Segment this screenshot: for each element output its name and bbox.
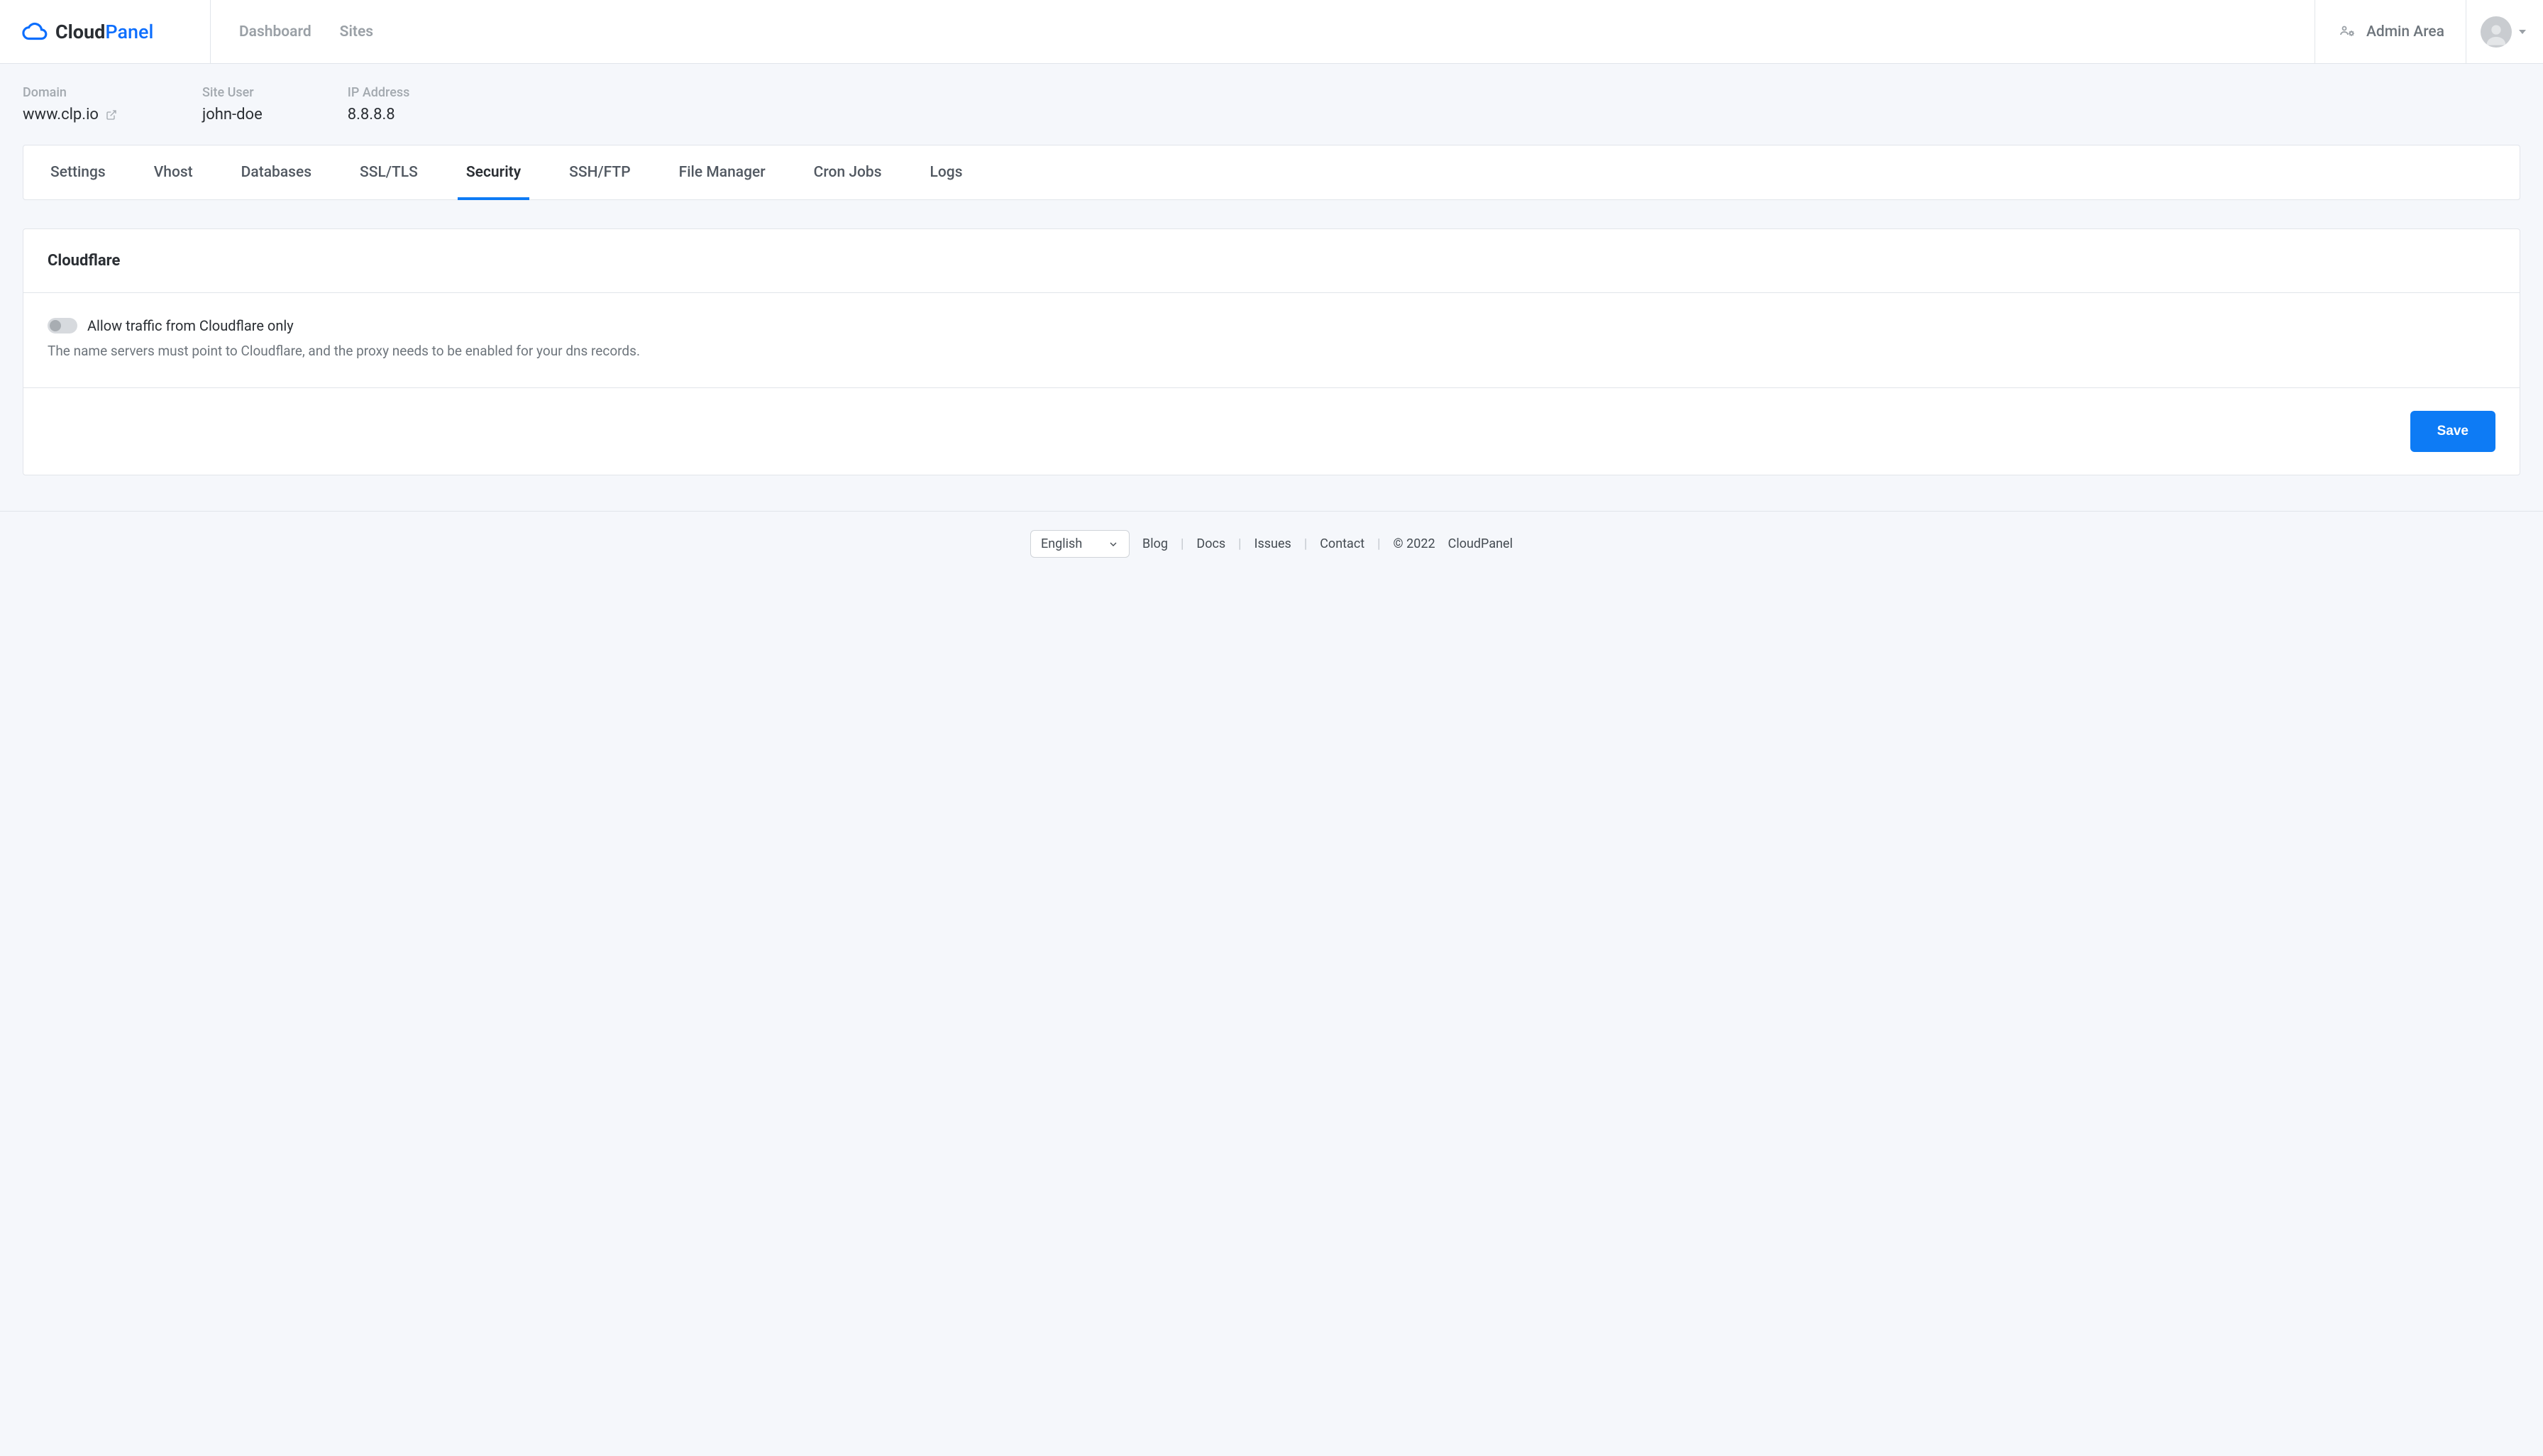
footer-sep: | (1238, 536, 1241, 551)
site-tabs: Settings Vhost Databases SSL/TLS Securit… (23, 145, 2520, 200)
footer-contact[interactable]: Contact (1320, 536, 1364, 551)
main-nav: Dashboard Sites (211, 0, 2315, 63)
logo-text: CloudPanel (55, 21, 153, 43)
cloudflare-toggle[interactable] (48, 318, 77, 333)
footer-issues[interactable]: Issues (1254, 536, 1291, 551)
card-footer: Save (23, 388, 2520, 475)
tab-security[interactable]: Security (458, 145, 529, 199)
footer-sep: | (1181, 536, 1184, 551)
card-body: Allow traffic from Cloudflare only The n… (23, 293, 2520, 388)
admin-area-label: Admin Area (2366, 23, 2444, 40)
nav-sites[interactable]: Sites (340, 23, 373, 40)
footer-sep: | (1304, 536, 1307, 551)
site-user-group: Site User john-doe (202, 85, 263, 123)
tab-ssl[interactable]: SSL/TLS (351, 145, 426, 199)
toggle-knob (50, 320, 61, 331)
logo[interactable]: CloudPanel (0, 0, 211, 63)
top-header: CloudPanel Dashboard Sites Admin Area (0, 0, 2543, 64)
save-button[interactable]: Save (2410, 411, 2495, 452)
language-value: English (1041, 536, 1082, 551)
tab-settings[interactable]: Settings (42, 145, 114, 199)
cloudflare-toggle-label: Allow traffic from Cloudflare only (87, 317, 294, 334)
tab-logs[interactable]: Logs (922, 145, 971, 199)
site-user-label: Site User (202, 85, 263, 100)
tab-vhost[interactable]: Vhost (145, 145, 202, 199)
ip-label: IP Address (348, 85, 410, 100)
avatar (2481, 16, 2512, 48)
tab-databases[interactable]: Databases (233, 145, 320, 199)
domain-value[interactable]: www.clp.io (23, 106, 117, 123)
page-footer: English Blog | Docs | Issues | Contact |… (0, 511, 2543, 576)
domain-group: Domain www.clp.io (23, 85, 117, 123)
footer-blog[interactable]: Blog (1142, 536, 1168, 551)
caret-down-icon (2519, 30, 2526, 34)
tab-cron[interactable]: Cron Jobs (805, 145, 890, 199)
tab-file-manager[interactable]: File Manager (671, 145, 774, 199)
language-select[interactable]: English (1030, 530, 1130, 558)
card-header: Cloudflare (23, 229, 2520, 293)
tab-ssh[interactable]: SSH/FTP (561, 145, 639, 199)
domain-label: Domain (23, 85, 117, 100)
cloudflare-card: Cloudflare Allow traffic from Cloudflare… (23, 228, 2520, 475)
chevron-down-icon (1108, 539, 1119, 550)
user-menu[interactable] (2466, 0, 2543, 63)
cloudflare-toggle-row: Allow traffic from Cloudflare only (48, 317, 2495, 334)
footer-sep: | (1377, 536, 1380, 551)
site-user-value: john-doe (202, 106, 263, 123)
footer-docs[interactable]: Docs (1196, 536, 1225, 551)
footer-copyright: © 2022 (1394, 536, 1435, 551)
cloud-icon (21, 18, 48, 45)
site-info-bar: Domain www.clp.io Site User john-doe IP … (0, 64, 2543, 145)
admin-area-link[interactable]: Admin Area (2315, 0, 2466, 63)
ip-value: 8.8.8.8 (348, 106, 410, 123)
cloudflare-toggle-help: The name servers must point to Cloudflar… (48, 343, 2495, 359)
card-title: Cloudflare (48, 252, 2495, 270)
ip-group: IP Address 8.8.8.8 (348, 85, 410, 123)
footer-product: CloudPanel (1448, 536, 1513, 551)
nav-dashboard[interactable]: Dashboard (239, 23, 311, 40)
admin-gear-icon (2337, 23, 2358, 40)
external-link-icon (106, 109, 117, 121)
